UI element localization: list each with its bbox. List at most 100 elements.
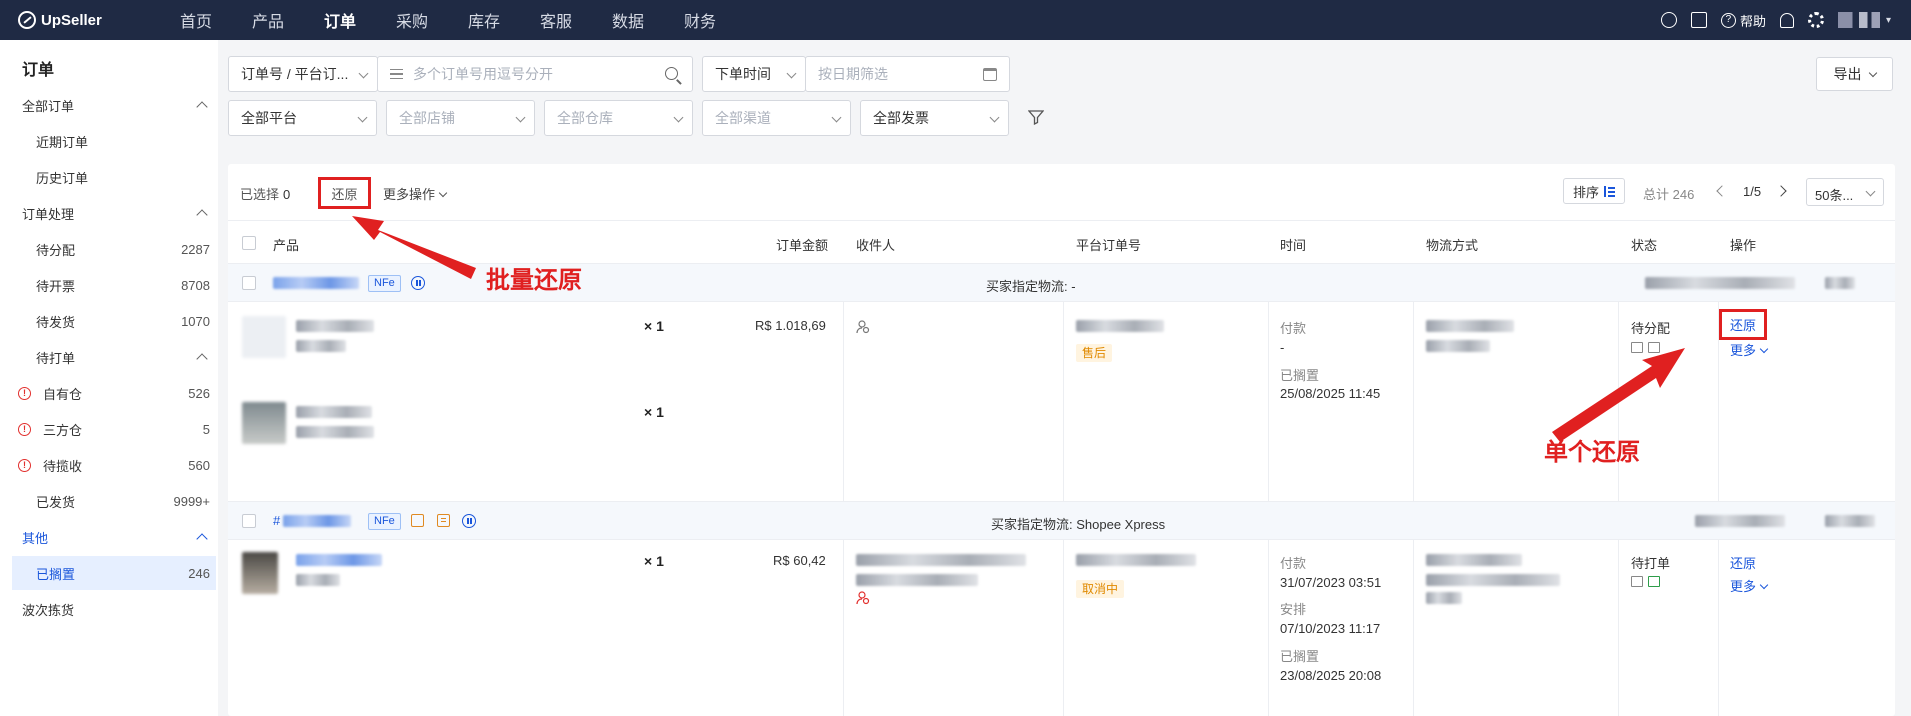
time-label: 已搁置 xyxy=(1280,649,1320,664)
sidebar-item-wave-picking[interactable]: 波次拣货 xyxy=(12,592,216,626)
select-all-checkbox[interactable] xyxy=(242,236,256,250)
sidebar-item-third-party-warehouse[interactable]: ! 三方仓 5 xyxy=(12,412,216,446)
nav-inventory[interactable]: 库存 xyxy=(448,8,520,32)
column-divider xyxy=(843,302,844,501)
sidebar-item-to-pickup[interactable]: ! 待揽收 560 xyxy=(12,448,216,482)
nav-home[interactable]: 首页 xyxy=(160,8,232,32)
nav-finance[interactable]: 财务 xyxy=(664,8,736,32)
upseller-logo[interactable]: UpSeller xyxy=(18,11,138,29)
globe-icon[interactable] xyxy=(1660,12,1677,28)
main-nav: 首页 产品 订单 采购 库存 客服 数据 财务 xyxy=(160,8,736,32)
more-actions-dropdown[interactable]: 更多操作 xyxy=(383,184,446,203)
account-avatar[interactable] xyxy=(1837,12,1880,28)
single-restore-button[interactable]: 还原 xyxy=(1730,553,1756,572)
order-search-input[interactable]: 多个订单号用逗号分开 xyxy=(377,56,693,92)
sidebar-item-own-warehouse[interactable]: ! 自有仓 526 xyxy=(12,376,216,410)
nav-purchase[interactable]: 采购 xyxy=(376,8,448,32)
order-checkbox[interactable] xyxy=(242,514,256,528)
channel-select[interactable]: 全部渠道 xyxy=(702,100,851,136)
date-filter-placeholder: 按日期筛选 xyxy=(818,66,888,82)
time-label: 已搁置 xyxy=(1280,368,1320,383)
sidebar-item-shipped[interactable]: 已发货 9999+ xyxy=(12,484,216,518)
chevron-up-icon xyxy=(196,353,208,365)
sidebar-item-label: 自有仓 xyxy=(43,386,83,402)
time-label: 付款 xyxy=(1280,556,1307,571)
product-image[interactable] xyxy=(242,402,286,444)
product-title[interactable] xyxy=(296,406,372,418)
recipient-city xyxy=(856,574,978,586)
more-actions-link[interactable]: 更多 xyxy=(1730,340,1767,359)
table-header: 产品 订单金额 收件人 平台订单号 时间 物流方式 状态 操作 xyxy=(228,220,1895,264)
sidebar-item-to-invoice[interactable]: 待开票 8708 xyxy=(12,268,216,302)
product-title[interactable] xyxy=(296,554,382,566)
invoice-select[interactable]: 全部发票 xyxy=(860,100,1009,136)
page-indicator: 1/5 xyxy=(1743,184,1762,199)
note-icon[interactable] xyxy=(437,514,450,527)
sidebar-item-order-processing[interactable]: 订单处理 xyxy=(12,196,216,230)
nav-data[interactable]: 数据 xyxy=(592,8,664,32)
warehouse-placeholder: 全部仓库 xyxy=(557,110,613,126)
order-amount: R$ 60,42 xyxy=(773,553,826,568)
col-status: 状态 xyxy=(1631,238,1658,253)
chevron-down-icon[interactable]: ▾ xyxy=(1886,15,1891,26)
export-button[interactable]: 导出 xyxy=(1816,57,1893,91)
product-image[interactable] xyxy=(242,552,278,594)
recipient-icon[interactable] xyxy=(856,320,870,334)
batch-restore-button[interactable]: 还原 xyxy=(318,177,371,209)
nav-products[interactable]: 产品 xyxy=(232,8,304,32)
invoice-value: 全部发票 xyxy=(873,110,929,126)
column-divider xyxy=(1268,302,1269,501)
gear-icon[interactable] xyxy=(1807,12,1824,28)
help-link[interactable]: ? 帮助 xyxy=(1720,11,1766,30)
time-type-select[interactable]: 下单时间 xyxy=(702,56,806,92)
order-row: × 1 × 1 R$ 1.018,69 售后 付款 - 已搁置 25/08/20… xyxy=(228,302,1895,502)
apps-icon[interactable] xyxy=(1690,12,1707,28)
order-status: 待打单 xyxy=(1631,556,1671,571)
order-number-link[interactable] xyxy=(283,515,351,527)
sidebar-item-other[interactable]: 其他 xyxy=(12,520,216,554)
sidebar-item-to-ship[interactable]: 待发货 1070 xyxy=(12,304,216,338)
more-actions-link[interactable]: 更多 xyxy=(1730,576,1767,595)
sidebar-item-count: 246 xyxy=(188,565,210,581)
order-number-link[interactable] xyxy=(273,277,359,289)
recipient-warning-icon[interactable] xyxy=(856,591,870,605)
order-type-select[interactable]: 订单号 / 平台订... xyxy=(228,56,378,92)
platform-select[interactable]: 全部平台 xyxy=(228,100,377,136)
order-group-header: NFe 买家指定物流: - xyxy=(228,264,1895,302)
chat-icon[interactable] xyxy=(411,514,424,527)
platform-name xyxy=(1825,277,1855,289)
chevron-up-icon xyxy=(196,101,208,113)
store-name xyxy=(1695,515,1785,527)
logistics-method xyxy=(1426,320,1514,332)
sort-button[interactable]: 排序 xyxy=(1563,178,1625,204)
sidebar-title: 订单 xyxy=(22,62,55,79)
store-select[interactable]: 全部店铺 xyxy=(386,100,535,136)
logistics-method xyxy=(1426,554,1522,566)
sidebar-item-to-allocate[interactable]: 待分配 2287 xyxy=(12,232,216,266)
search-icon[interactable] xyxy=(665,67,678,80)
prev-page-icon[interactable] xyxy=(1716,185,1728,197)
order-checkbox[interactable] xyxy=(242,276,256,290)
product-quantity: × 1 xyxy=(644,553,664,569)
product-image[interactable] xyxy=(242,316,286,358)
nav-orders[interactable]: 订单 xyxy=(304,8,376,32)
bell-icon[interactable] xyxy=(1779,12,1794,28)
next-page-icon[interactable] xyxy=(1775,185,1787,197)
sidebar-item-recent-orders[interactable]: 近期订单 xyxy=(12,124,216,158)
help-icon: ? xyxy=(1720,12,1736,28)
product-title[interactable] xyxy=(296,320,374,332)
date-filter-input[interactable]: 按日期筛选 xyxy=(805,56,1010,92)
column-divider xyxy=(1413,540,1414,716)
sidebar-item-to-print[interactable]: 待打单 xyxy=(12,340,216,374)
chevron-down-icon xyxy=(831,112,842,123)
order-status: 待分配 xyxy=(1631,321,1671,336)
nav-customer-service[interactable]: 客服 xyxy=(520,8,592,32)
sidebar-item-on-hold[interactable]: 已搁置 246 xyxy=(12,556,216,590)
column-divider xyxy=(1618,540,1619,716)
warehouse-select[interactable]: 全部仓库 xyxy=(544,100,693,136)
page-size-select[interactable]: 50条... xyxy=(1806,178,1884,206)
filter-icon[interactable] xyxy=(1028,109,1044,125)
sidebar-item-history-orders[interactable]: 历史订单 xyxy=(12,160,216,194)
sidebar-item-all-orders[interactable]: 全部订单 xyxy=(12,88,216,122)
single-restore-button[interactable]: 还原 xyxy=(1719,309,1768,340)
